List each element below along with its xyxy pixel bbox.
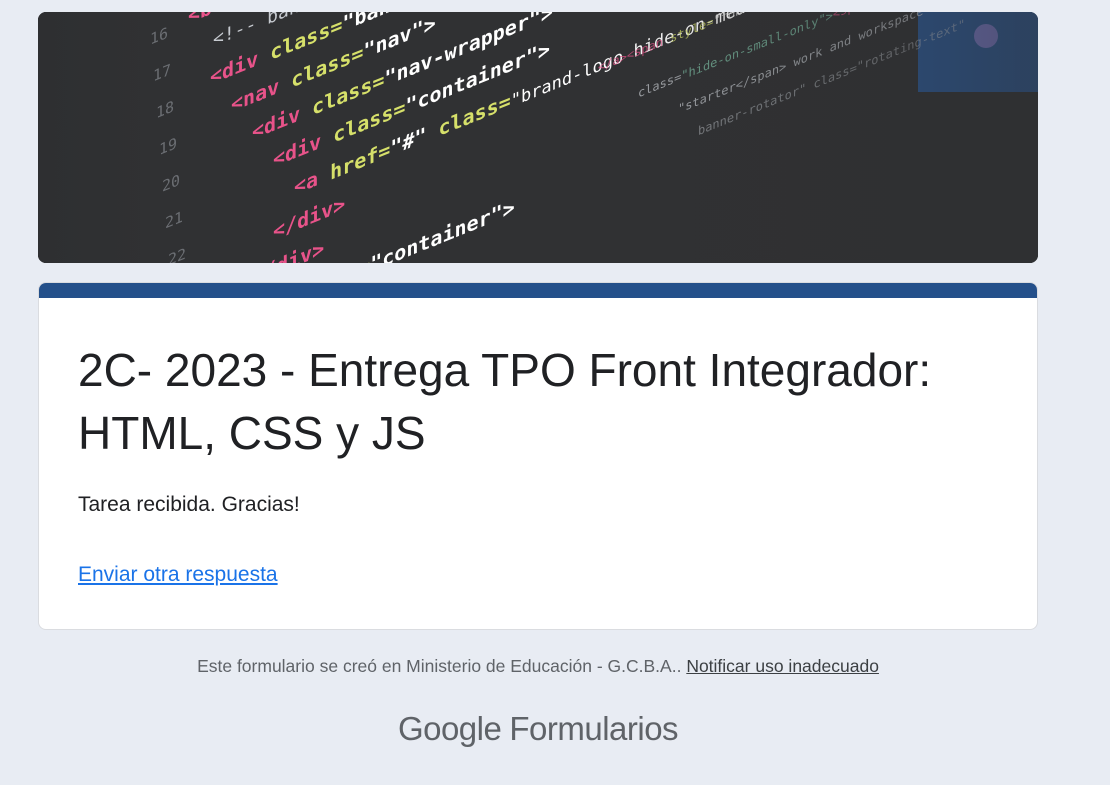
confirmation-message: Tarea recibida. Gracias!	[78, 493, 300, 516]
confirmation-card: 2C- 2023 - Entrega TPO Front Integrador:…	[38, 282, 1038, 630]
code-screenshot-image: 16 17 18 19 20 21 22 23 <body> <!-- bann…	[38, 12, 1038, 263]
footer-created-text: Este formulario se creó en Ministerio de…	[197, 656, 682, 676]
report-abuse-link[interactable]: Notificar uso inadecuado	[686, 656, 879, 676]
submit-another-response-link[interactable]: Enviar otra respuesta	[78, 563, 278, 587]
forms-wordmark: Formularios	[509, 710, 679, 747]
footer-disclaimer: Este formulario se creó en Ministerio de…	[0, 656, 1076, 677]
card-accent-bar	[39, 283, 1037, 298]
google-forms-logo[interactable]: Google Formularios	[0, 710, 1076, 748]
google-wordmark: Google	[397, 710, 502, 747]
header-banner-image: 16 17 18 19 20 21 22 23 <body> <!-- bann…	[38, 12, 1038, 263]
form-title: 2C- 2023 - Entrega TPO Front Integrador:…	[78, 344, 932, 459]
